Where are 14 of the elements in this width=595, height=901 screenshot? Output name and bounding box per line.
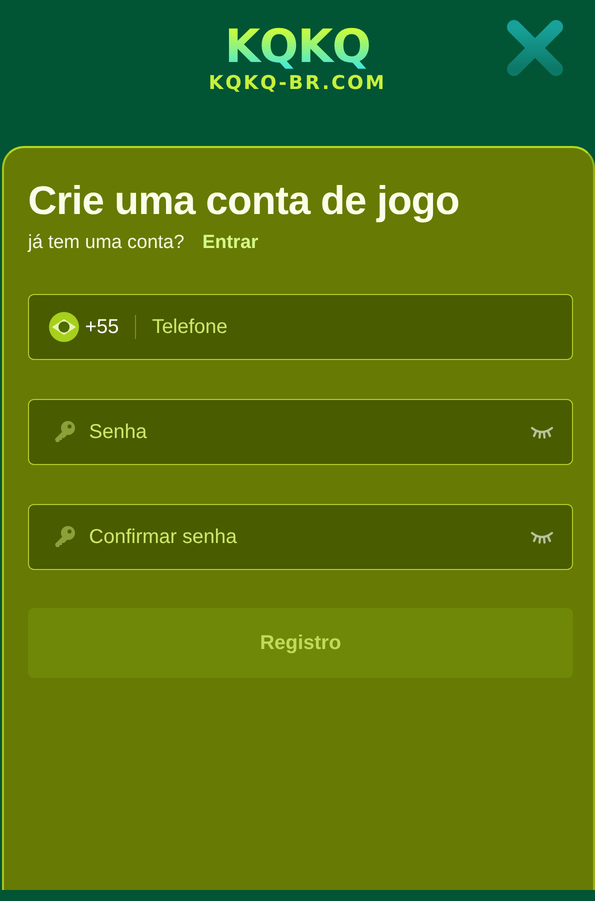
- login-link[interactable]: Entrar: [202, 232, 258, 254]
- key-icon: [53, 525, 77, 549]
- key-icon: [53, 420, 77, 444]
- login-prompt: já tem uma conta?: [28, 232, 184, 254]
- phone-field[interactable]: +55 Telefone: [28, 294, 573, 360]
- close-icon[interactable]: [505, 18, 565, 78]
- flag-icon[interactable]: [49, 312, 79, 342]
- closed-eye-icon[interactable]: [530, 530, 554, 544]
- password-field[interactable]: Confirmar senha: [28, 504, 573, 570]
- form-title: Crie uma conta de jogo: [28, 178, 460, 225]
- closed-eye-icon[interactable]: [530, 425, 554, 439]
- password-field[interactable]: Senha: [28, 399, 573, 465]
- site-domain: KQKQ-BR.COM: [208, 72, 386, 94]
- country-code[interactable]: +55: [85, 316, 119, 338]
